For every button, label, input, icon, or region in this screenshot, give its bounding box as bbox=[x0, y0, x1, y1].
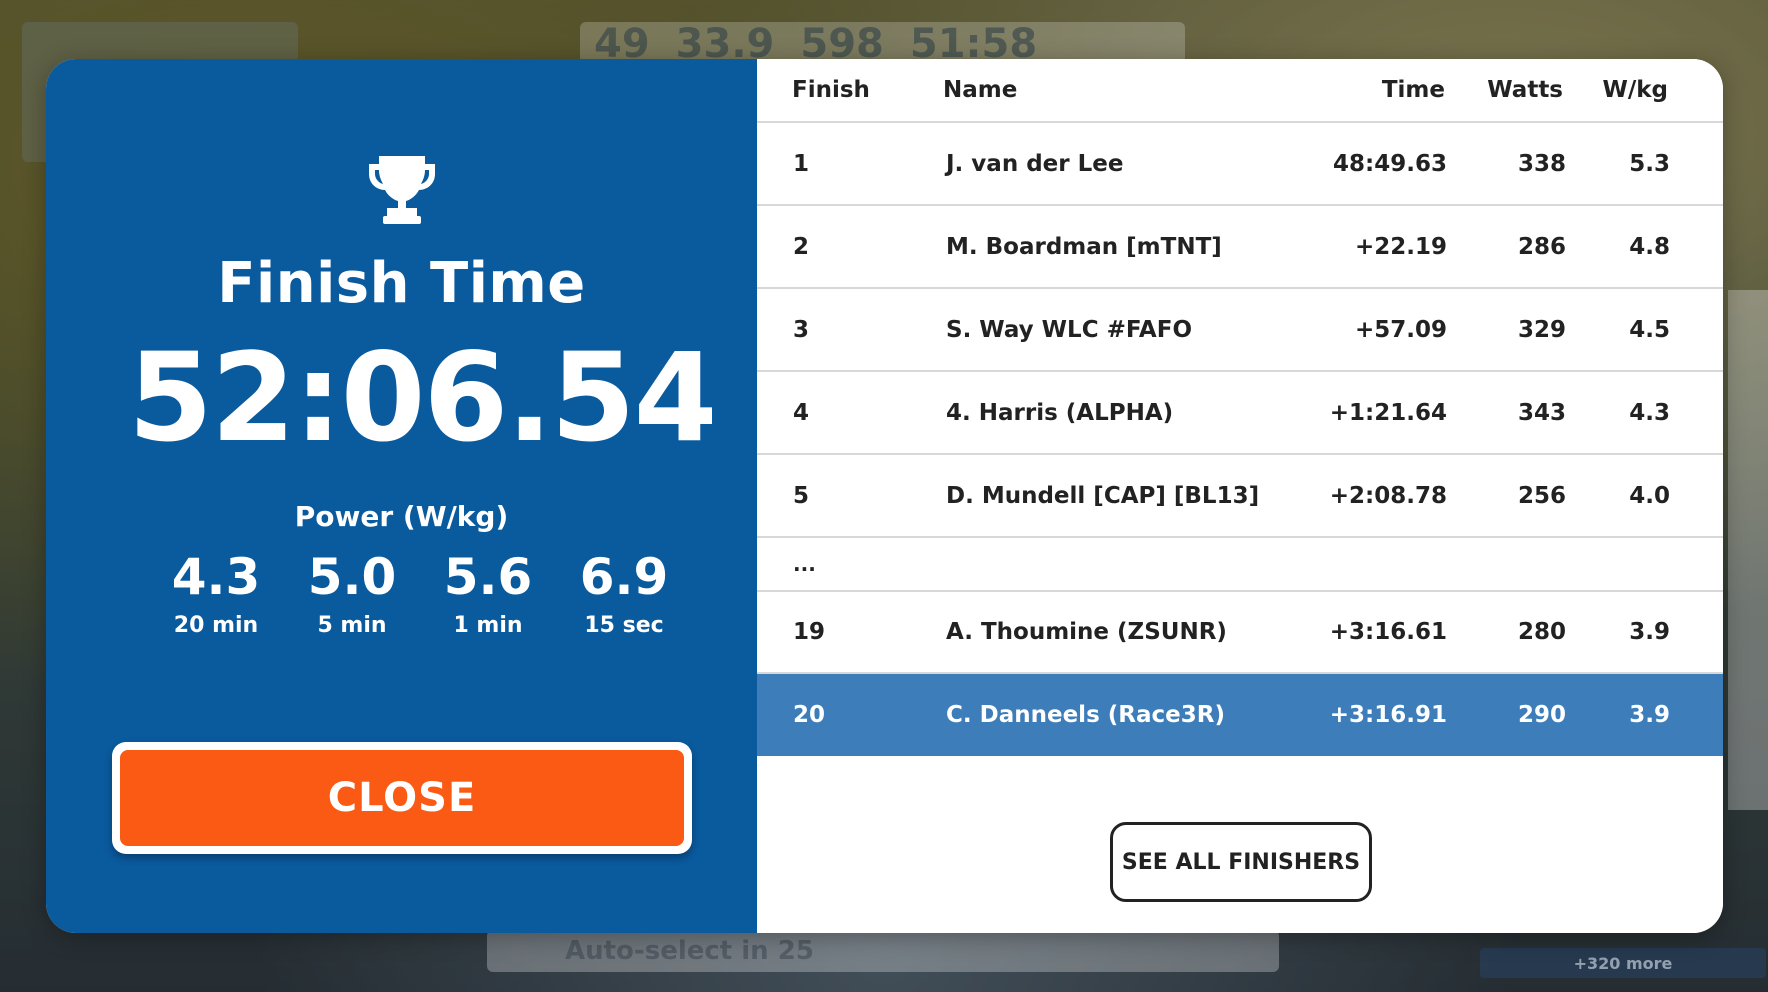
table-row: 4 4. Harris (ALPHA) +1:21.64 343 4.3 bbox=[757, 372, 1723, 455]
summary-panel: Finish Time 52:06.54 Power (W/kg) 4.3 20… bbox=[46, 59, 757, 933]
header-wkg: W/kg bbox=[1602, 77, 1668, 103]
row-time: +3:16.61 bbox=[1329, 619, 1447, 645]
row-wkg: 4.5 bbox=[1629, 316, 1670, 343]
close-button-label: CLOSE bbox=[120, 750, 684, 846]
power-stat-label: 5 min bbox=[317, 613, 387, 638]
row-time: +1:21.64 bbox=[1329, 399, 1447, 426]
row-wkg: 3.9 bbox=[1629, 619, 1670, 645]
row-time: 48:49.63 bbox=[1333, 150, 1447, 177]
row-position: 3 bbox=[793, 316, 810, 343]
header-time: Time bbox=[1381, 77, 1445, 103]
row-name: S. Way WLC #FAFO bbox=[946, 316, 1192, 343]
row-position: 20 bbox=[793, 702, 826, 728]
table-row: 1 J. van der Lee 48:49.63 338 5.3 bbox=[757, 123, 1723, 206]
power-stat-label: 20 min bbox=[173, 613, 259, 638]
table-header: Finish Name Time Watts W/kg bbox=[757, 59, 1723, 123]
power-stat-value: 5.6 bbox=[443, 548, 533, 606]
power-stat-label: 1 min bbox=[453, 613, 523, 638]
hud-auto-select: Auto-select in 25 bbox=[487, 930, 1279, 972]
header-watts: Watts bbox=[1487, 77, 1563, 103]
row-name: M. Boardman [mTNT] bbox=[946, 233, 1222, 260]
row-name: A. Thoumine (ZSUNR) bbox=[946, 619, 1227, 645]
row-wkg: 4.8 bbox=[1629, 233, 1670, 260]
row-position: ... bbox=[793, 552, 816, 576]
power-stat-5min: 5.0 5 min bbox=[284, 547, 420, 638]
row-name: 4. Harris (ALPHA) bbox=[946, 399, 1174, 426]
results-table: Finish Name Time Watts W/kg 1 J. van der… bbox=[757, 59, 1723, 933]
row-time: +3:16.91 bbox=[1329, 702, 1447, 728]
row-watts: 290 bbox=[1517, 702, 1566, 728]
row-time: +57.09 bbox=[1354, 316, 1447, 343]
row-name: C. Danneels (Race3R) bbox=[946, 702, 1225, 728]
table-row: 2 M. Boardman [mTNT] +22.19 286 4.8 bbox=[757, 206, 1723, 289]
row-wkg: 4.0 bbox=[1629, 482, 1670, 509]
power-stats: 4.3 20 min 5.0 5 min 5.6 1 min 6.9 15 se… bbox=[148, 547, 692, 638]
hud-rider-list bbox=[1728, 290, 1768, 810]
row-wkg: 4.3 bbox=[1629, 399, 1670, 426]
table-row: 3 S. Way WLC #FAFO +57.09 329 4.5 bbox=[757, 289, 1723, 372]
trophy-icon bbox=[369, 156, 435, 224]
finish-title: Finish Time bbox=[217, 251, 586, 316]
finish-time-value: 52:06.54 bbox=[128, 333, 712, 463]
row-watts: 329 bbox=[1517, 316, 1566, 343]
row-position: 2 bbox=[793, 233, 810, 260]
power-stat-20min: 4.3 20 min bbox=[148, 547, 284, 638]
row-watts: 338 bbox=[1517, 150, 1566, 177]
table-row: 5 D. Mundell [CAP] [BL13] +2:08.78 256 4… bbox=[757, 455, 1723, 538]
table-row-current-user: 20 C. Danneels (Race3R) +3:16.91 290 3.9 bbox=[757, 674, 1723, 756]
row-name: D. Mundell [CAP] [BL13] bbox=[946, 482, 1260, 509]
row-wkg: 5.3 bbox=[1629, 150, 1670, 177]
row-watts: 280 bbox=[1517, 619, 1566, 645]
row-time: +22.19 bbox=[1354, 233, 1447, 260]
power-stat-15sec: 6.9 15 sec bbox=[556, 547, 692, 638]
power-stat-value: 6.9 bbox=[579, 548, 669, 606]
header-name: Name bbox=[943, 77, 1018, 103]
power-label: Power (W/kg) bbox=[294, 500, 509, 533]
row-name: J. van der Lee bbox=[946, 150, 1124, 177]
row-position: 1 bbox=[793, 150, 810, 177]
close-button[interactable]: CLOSE bbox=[112, 742, 692, 854]
power-stat-value: 5.0 bbox=[307, 548, 397, 606]
header-finish: Finish bbox=[792, 77, 870, 103]
power-stat-1min: 5.6 1 min bbox=[420, 547, 556, 638]
row-position: 19 bbox=[793, 619, 826, 645]
table-row-ellipsis: ... bbox=[757, 538, 1723, 592]
row-time: +2:08.78 bbox=[1329, 482, 1447, 509]
table-row: 19 A. Thoumine (ZSUNR) +3:16.61 280 3.9 bbox=[757, 592, 1723, 674]
see-all-finishers-button[interactable]: SEE ALL FINISHERS bbox=[1110, 822, 1372, 902]
power-stat-label: 15 sec bbox=[584, 613, 664, 638]
hud-more-riders: +320 more bbox=[1480, 948, 1766, 978]
row-position: 4 bbox=[793, 399, 810, 426]
results-modal: Finish Time 52:06.54 Power (W/kg) 4.3 20… bbox=[46, 59, 1723, 933]
row-watts: 343 bbox=[1517, 399, 1566, 426]
row-position: 5 bbox=[793, 482, 810, 509]
row-watts: 256 bbox=[1517, 482, 1566, 509]
power-stat-value: 4.3 bbox=[171, 548, 261, 606]
row-watts: 286 bbox=[1517, 233, 1566, 260]
row-wkg: 3.9 bbox=[1629, 702, 1670, 728]
